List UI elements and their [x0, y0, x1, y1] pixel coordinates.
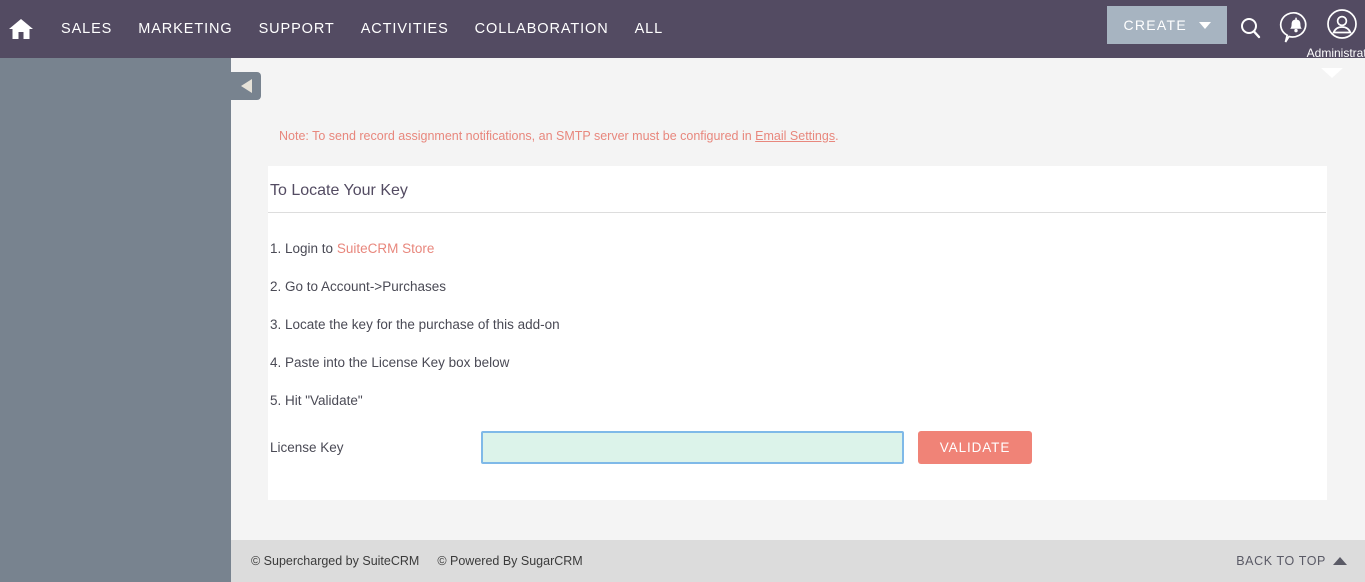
suitecrm-store-link[interactable]: SuiteCRM Store	[337, 241, 435, 256]
chevron-down-icon[interactable]	[1321, 68, 1343, 78]
user-avatar-icon	[1326, 8, 1358, 45]
panel-title: To Locate Your Key	[268, 166, 1326, 213]
smtp-note: Note: To send record assignment notifica…	[279, 129, 839, 143]
list-item: 4. Paste into the License Key box below	[270, 354, 510, 370]
navbar-actions: CREATE Administra	[1107, 0, 1365, 60]
create-button[interactable]: CREATE	[1107, 6, 1227, 44]
license-key-row: License Key VALIDATE	[268, 419, 1327, 464]
triangle-up-icon	[1333, 557, 1347, 565]
notification-bell-icon[interactable]	[1273, 6, 1319, 50]
validate-button[interactable]: VALIDATE	[918, 431, 1032, 464]
page-footer: © Supercharged by SuiteCRM © Powered By …	[231, 540, 1365, 582]
footer-supercharged-link[interactable]: © Supercharged by SuiteCRM	[251, 554, 419, 568]
footer-powered-link[interactable]: © Powered By SugarCRM	[437, 554, 582, 568]
smtp-note-period: .	[835, 129, 839, 143]
license-key-input[interactable]	[481, 431, 904, 464]
nav-item-sales[interactable]: SALES	[48, 21, 125, 37]
chevron-down-icon	[1199, 21, 1211, 29]
footer-sidebar-extension	[0, 540, 231, 582]
license-key-label: License Key	[270, 440, 344, 455]
smtp-note-text: Note: To send record assignment notifica…	[279, 129, 756, 143]
list-item: 5. Hit "Validate"	[270, 392, 363, 408]
list-item: 2. Go to Account->Purchases	[270, 278, 446, 294]
left-sidebar	[0, 58, 231, 582]
search-icon[interactable]	[1227, 6, 1273, 50]
collapse-left-arrow-icon	[240, 79, 252, 93]
navbar-menu: SALES MARKETING SUPPORT ACTIVITIES COLLA…	[0, 0, 676, 58]
home-icon[interactable]	[8, 16, 34, 42]
nav-item-collaboration[interactable]: COLLABORATION	[462, 21, 622, 37]
email-settings-link[interactable]: Email Settings	[755, 129, 835, 143]
license-panel: To Locate Your Key 1. Login to SuiteCRM …	[268, 166, 1327, 500]
back-to-top-button[interactable]: BACK TO TOP	[1236, 554, 1347, 568]
nav-item-activities[interactable]: ACTIVITIES	[348, 21, 462, 37]
list-item: 1. Login to SuiteCRM Store	[268, 229, 1327, 267]
sidebar-collapse-button[interactable]	[231, 72, 261, 100]
back-to-top-label: BACK TO TOP	[1236, 554, 1326, 568]
nav-item-marketing[interactable]: MARKETING	[125, 21, 245, 37]
steps-list: 1. Login to SuiteCRM Store 2. Go to Acco…	[268, 213, 1327, 419]
user-menu[interactable]: Administrator	[1307, 6, 1365, 60]
step-text: 1. Login to	[270, 240, 337, 256]
list-item: 3. Locate the key for the purchase of th…	[270, 316, 560, 332]
nav-item-all[interactable]: ALL	[622, 21, 677, 37]
nav-item-support[interactable]: SUPPORT	[246, 21, 348, 37]
main-content: Note: To send record assignment notifica…	[231, 58, 1365, 540]
create-button-label: CREATE	[1123, 17, 1187, 33]
top-navbar: SALES MARKETING SUPPORT ACTIVITIES COLLA…	[0, 0, 1365, 60]
